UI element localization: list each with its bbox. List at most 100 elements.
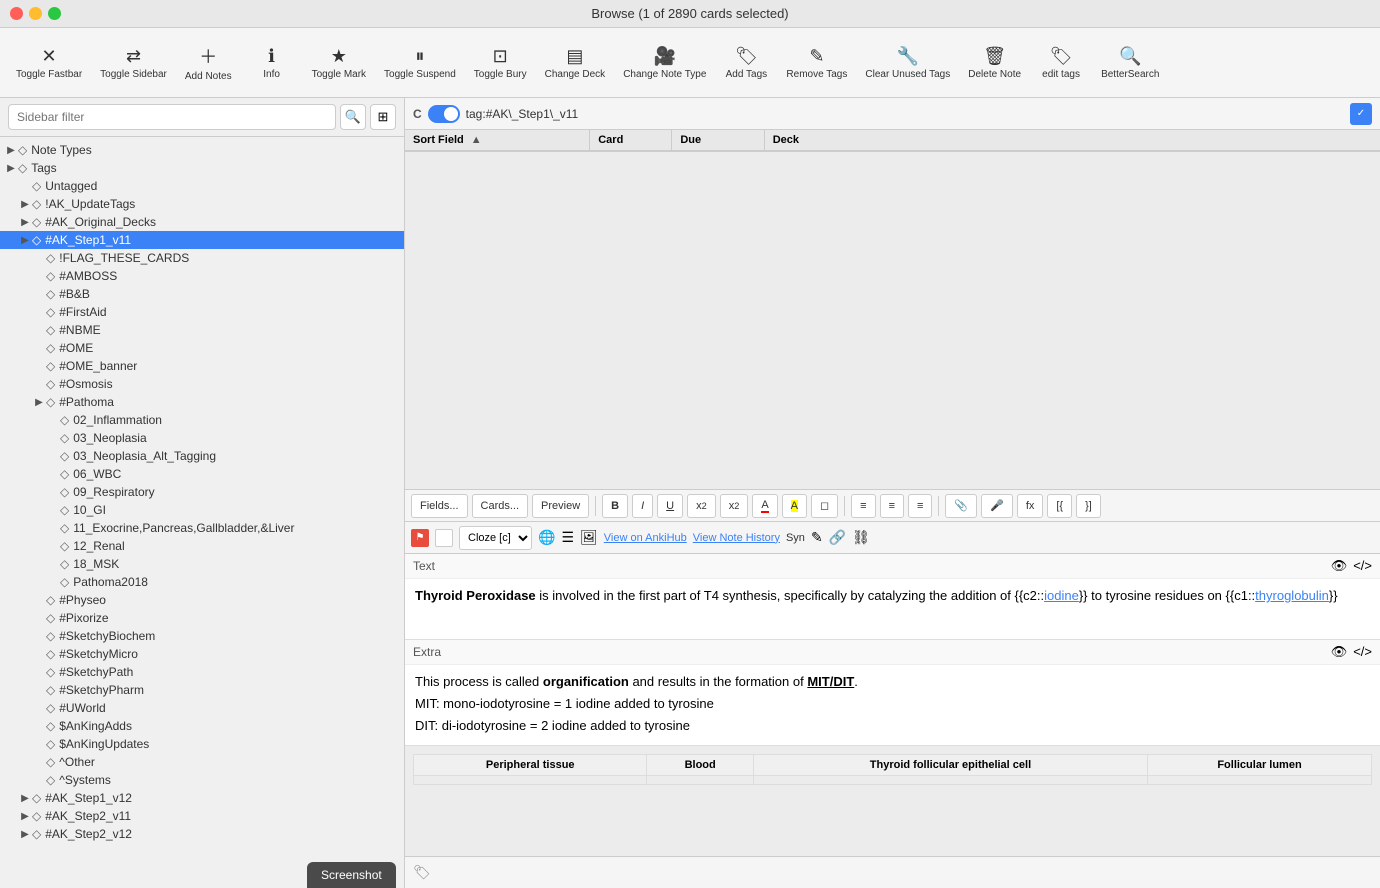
text-code-icon[interactable]: </>: [1353, 558, 1372, 574]
sidebar-item-amboss[interactable]: ◇ #AMBOSS: [0, 267, 404, 285]
sidebar-item-systems[interactable]: ◇ ^Systems: [0, 771, 404, 789]
sidebar-item-anking-updates[interactable]: ◇ $AnKingUpdates: [0, 735, 404, 753]
sidebar-item-ak-step2-v11[interactable]: ▶ ◇ #AK_Step2_v11: [0, 807, 404, 825]
italic-button[interactable]: I: [632, 494, 653, 518]
align-button[interactable]: ≡: [908, 494, 932, 518]
toolbar-item-delete-note[interactable]: 🗑Delete Note: [960, 42, 1029, 84]
sidebar-item-other[interactable]: ◇ ^Other: [0, 753, 404, 771]
sort-field-header[interactable]: Sort Field ▲: [405, 130, 590, 151]
globe-icon[interactable]: 🌐: [538, 529, 555, 546]
sidebar-item-first-aid[interactable]: ◇ #FirstAid: [0, 303, 404, 321]
preview-button[interactable]: Preview: [532, 494, 589, 518]
font-color-button[interactable]: A: [752, 494, 777, 518]
toolbar-item-toggle-mark[interactable]: ★Toggle Mark: [304, 42, 374, 84]
sidebar-item-flag-these-cards[interactable]: ◇ !FLAG_THESE_CARDS: [0, 249, 404, 267]
underline-button[interactable]: U: [657, 494, 683, 518]
search-query-input[interactable]: [466, 103, 1344, 125]
ordered-list-button[interactable]: ≡: [880, 494, 904, 518]
text-eye-icon[interactable]: 👁: [1331, 558, 1348, 574]
close-button[interactable]: [10, 7, 23, 20]
eraser-button[interactable]: ◻: [811, 494, 838, 518]
chain-icon[interactable]: ⛓: [852, 529, 870, 546]
extra-field-content[interactable]: This process is called organification an…: [405, 665, 1380, 745]
sidebar-search-button[interactable]: 🔍: [340, 104, 366, 130]
sidebar-item-uworld[interactable]: ◇ #UWorld: [0, 699, 404, 717]
extra-eye-icon[interactable]: 👁: [1331, 644, 1348, 660]
sidebar-item-ome-banner[interactable]: ◇ #OME_banner: [0, 357, 404, 375]
sidebar-item-gi[interactable]: ◇ 10_GI: [0, 501, 404, 519]
sidebar-item-note-types[interactable]: ▶ ◇ Note Types: [0, 141, 404, 159]
text-field-content[interactable]: Thyroid Peroxidase is involved in the fi…: [405, 579, 1380, 639]
image-icon[interactable]: 🖼: [580, 529, 598, 546]
due-header[interactable]: Due: [672, 130, 764, 151]
sidebar-item-sketchy-path[interactable]: ◇ #SketchyPath: [0, 663, 404, 681]
sidebar-item-anking-adds[interactable]: ◇ $AnKingAdds: [0, 717, 404, 735]
microphone-button[interactable]: 🎤: [981, 494, 1013, 518]
list-icon[interactable]: ☰: [561, 529, 574, 546]
sidebar-item-tags[interactable]: ▶ ◇ Tags: [0, 159, 404, 177]
sidebar-item-msk[interactable]: ◇ 18_MSK: [0, 555, 404, 573]
toolbar-item-better-search[interactable]: 🔍BetterSearch: [1093, 42, 1167, 84]
sidebar-item-ome[interactable]: ◇ #OME: [0, 339, 404, 357]
sidebar-item-neoplasia-alt[interactable]: ◇ 03_Neoplasia_Alt_Tagging: [0, 447, 404, 465]
search-toggle[interactable]: [428, 105, 460, 123]
toolbar-item-add-notes[interactable]: ＋Add Notes: [177, 39, 240, 86]
function-button[interactable]: fx: [1017, 494, 1044, 518]
sidebar-item-ak-step2-v12[interactable]: ▶ ◇ #AK_Step2_v12: [0, 825, 404, 843]
card-header[interactable]: Card: [590, 130, 672, 151]
toolbar-item-toggle-fastbar[interactable]: ✕Toggle Fastbar: [8, 42, 90, 84]
highlight-button[interactable]: A: [782, 494, 807, 518]
edit-icon[interactable]: ✎: [811, 529, 823, 546]
sidebar-item-ak-step1-v11[interactable]: ▶ ◇ #AK_Step1_v11: [0, 231, 404, 249]
note-history-link[interactable]: View Note History: [693, 532, 780, 544]
sidebar-item-bb[interactable]: ◇ #B&B: [0, 285, 404, 303]
sidebar-item-exocrine[interactable]: ◇ 11_Exocrine,Pancreas,Gallbladder,&Live…: [0, 519, 404, 537]
toolbar-item-change-deck[interactable]: ▤Change Deck: [537, 42, 614, 84]
sidebar-filter-input[interactable]: [8, 104, 336, 130]
sidebar-item-sketchy-pharm[interactable]: ◇ #SketchyPharm: [0, 681, 404, 699]
bold-button[interactable]: B: [602, 494, 628, 518]
toolbar-item-edit-tags[interactable]: 🏷edit tags: [1031, 42, 1091, 84]
note-type-select[interactable]: Cloze [c]: [459, 526, 532, 550]
toolbar-item-toggle-suspend[interactable]: ⏸Toggle Suspend: [376, 42, 464, 84]
toolbar-item-toggle-sidebar[interactable]: ⇄Toggle Sidebar: [92, 42, 175, 84]
sidebar-item-osmosis[interactable]: ◇ #Osmosis: [0, 375, 404, 393]
unordered-list-button[interactable]: ≡: [851, 494, 875, 518]
sidebar-filter-button[interactable]: ⊞: [370, 104, 396, 130]
sidebar-item-neoplasia[interactable]: ◇ 03_Neoplasia: [0, 429, 404, 447]
toolbar-item-info[interactable]: ℹInfo: [242, 42, 302, 84]
sidebar-item-untagged[interactable]: ◇ Untagged: [0, 177, 404, 195]
cards-button[interactable]: Cards...: [472, 494, 529, 518]
bracket2-button[interactable]: }]: [1076, 494, 1101, 518]
link-icon[interactable]: 🔗: [829, 529, 846, 546]
deck-header[interactable]: Deck: [764, 130, 1380, 151]
maximize-button[interactable]: [48, 7, 61, 20]
extra-code-icon[interactable]: </>: [1353, 644, 1372, 660]
sidebar-item-ak-step1-v12[interactable]: ▶ ◇ #AK_Step1_v12: [0, 789, 404, 807]
sidebar-item-pathoma2018[interactable]: ◇ Pathoma2018: [0, 573, 404, 591]
sidebar-item-wbc[interactable]: ◇ 06_WBC: [0, 465, 404, 483]
sidebar-item-renal[interactable]: ◇ 12_Renal: [0, 537, 404, 555]
ankihub-link[interactable]: View on AnkiHub: [604, 532, 687, 544]
sidebar-item-sketchy-micro[interactable]: ◇ #SketchyMicro: [0, 645, 404, 663]
attachment-button[interactable]: 📎: [945, 494, 977, 518]
search-apply-button[interactable]: ✓: [1350, 103, 1372, 125]
toolbar-item-add-tags[interactable]: 🏷Add Tags: [716, 42, 776, 84]
superscript-button[interactable]: x2: [687, 494, 716, 518]
sidebar-item-inflammation[interactable]: ◇ 02_Inflammation: [0, 411, 404, 429]
sidebar-item-pixorize[interactable]: ◇ #Pixorize: [0, 609, 404, 627]
toolbar-item-remove-tags[interactable]: ✎Remove Tags: [778, 42, 855, 84]
toolbar-item-clear-unused-tags[interactable]: 🔧Clear Unused Tags: [857, 42, 958, 84]
sidebar-item-sketchy-biochem[interactable]: ◇ #SketchyBiochem: [0, 627, 404, 645]
fields-button[interactable]: Fields...: [411, 494, 468, 518]
sidebar-item-pathoma[interactable]: ▶ ◇ #Pathoma: [0, 393, 404, 411]
minimize-button[interactable]: [29, 7, 42, 20]
toolbar-item-change-note-type[interactable]: 🎥Change Note Type: [615, 42, 714, 84]
sidebar-item-physeo[interactable]: ◇ #Physeo: [0, 591, 404, 609]
subscript-button[interactable]: x2: [720, 494, 749, 518]
sidebar-item-nbme[interactable]: ◇ #NBME: [0, 321, 404, 339]
sidebar-item-ak-update-tags[interactable]: ▶ ◇ !AK_UpdateTags: [0, 195, 404, 213]
bracket1-button[interactable]: [{: [1047, 494, 1072, 518]
sidebar-item-respiratory[interactable]: ◇ 09_Respiratory: [0, 483, 404, 501]
screenshot-tooltip[interactable]: Screenshot: [307, 862, 396, 888]
